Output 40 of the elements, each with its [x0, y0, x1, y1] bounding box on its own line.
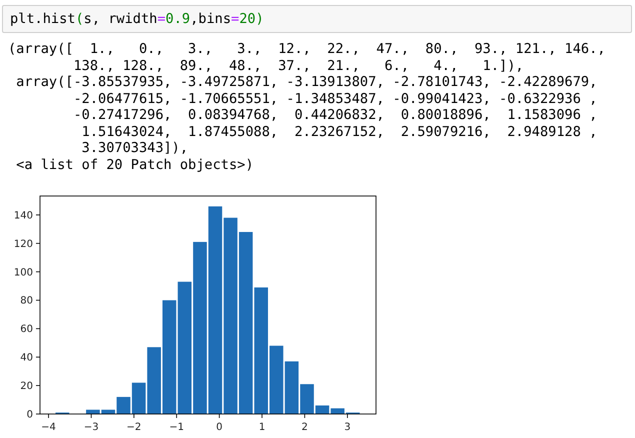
output-text-line: -2.06477615, -1.70665551, -1.34853487, -0.99041423, -0.6322936 , [72, 90, 598, 107]
tick-mark [36, 356, 40, 358]
tick-mark [48, 414, 49, 418]
tick-mark [36, 300, 40, 301]
output-text-line: array([-3.85537935, -3.49725871, -3.13913807, -2.78101743, -2.42289679, [15, 74, 598, 90]
tick-mark [36, 214, 40, 216]
histogram-bar [270, 346, 284, 414]
output-text-line: 138., 128., 89., 48., 37., 21., 6., 4., 1.]), [72, 58, 524, 74]
y-tick-label: 100 [14, 267, 33, 278]
x-tick-label: −1 [169, 422, 184, 433]
x-tick-label: 1 [258, 422, 266, 433]
tick-mark [347, 414, 348, 418]
code-input-cell[interactable]: plt.hist(s, rwidth=0.9,bins=20) [2, 5, 632, 33]
y-tick-label: 60 [20, 324, 33, 336]
tick-mark [90, 414, 92, 418]
tick-mark [36, 385, 40, 386]
output-text-line: <a list of 20 Patch objects>) [15, 156, 254, 173]
output-text-line: 3.30703343]), [80, 140, 188, 156]
output-text-line: (array([ 1., 0., 3., 3., 12., 22., 47., 80., 93., 121., 146., [8, 41, 606, 58]
y-tick-label: 80 [20, 296, 33, 307]
y-tick-label: 140 [14, 210, 33, 222]
tick-mark [304, 414, 306, 418]
y-tick-label: 40 [20, 352, 33, 364]
tick-mark [36, 271, 40, 272]
tick-mark [176, 414, 178, 418]
output-text-line: -0.27417296, 0.08394768, 0.44206832, 0.80018896, 1.1583096 , [72, 107, 598, 124]
tick-mark [36, 328, 40, 330]
x-tick-label: 0 [216, 422, 222, 433]
x-tick-label: 3 [344, 422, 351, 433]
tick-mark [218, 414, 220, 418]
x-tick-label: −3 [84, 422, 99, 433]
output-text-line: 1.51643024, 1.87455088, 2.23267152, 2.59079216, 2.9489128 , [80, 124, 598, 140]
y-tick-label: 20 [20, 381, 33, 392]
code-line: plt.hist(s, rwidth=0.9,bins=20) [10, 11, 264, 27]
x-tick-label: −4 [41, 422, 56, 433]
y-tick-label: 0 [26, 410, 33, 420]
x-tick-label: −2 [126, 422, 142, 433]
tick-mark [36, 242, 40, 244]
y-tick-label: 120 [14, 238, 33, 250]
x-tick-label: 2 [302, 422, 308, 433]
